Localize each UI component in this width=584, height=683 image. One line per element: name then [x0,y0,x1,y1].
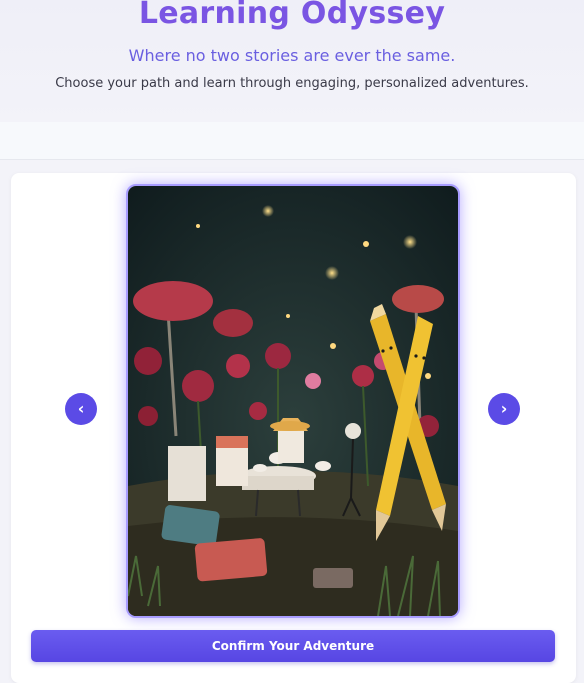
confirm-adventure-button[interactable]: Confirm Your Adventure [31,630,555,662]
subtitle: Choose your path and learn through engag… [55,76,529,91]
previous-story-button[interactable]: ‹ [65,393,97,425]
story-illustration [128,186,458,616]
chevron-right-icon: › [500,399,508,418]
chevron-left-icon: ‹ [77,399,85,418]
tagline: Where no two stories are ever the same. [128,46,456,65]
divider-band [0,122,584,160]
page-header: Learning Odyssey Where no two stories ar… [0,0,584,122]
story-image [126,184,460,618]
page-title: Learning Odyssey [138,0,446,31]
next-story-button[interactable]: › [488,393,520,425]
